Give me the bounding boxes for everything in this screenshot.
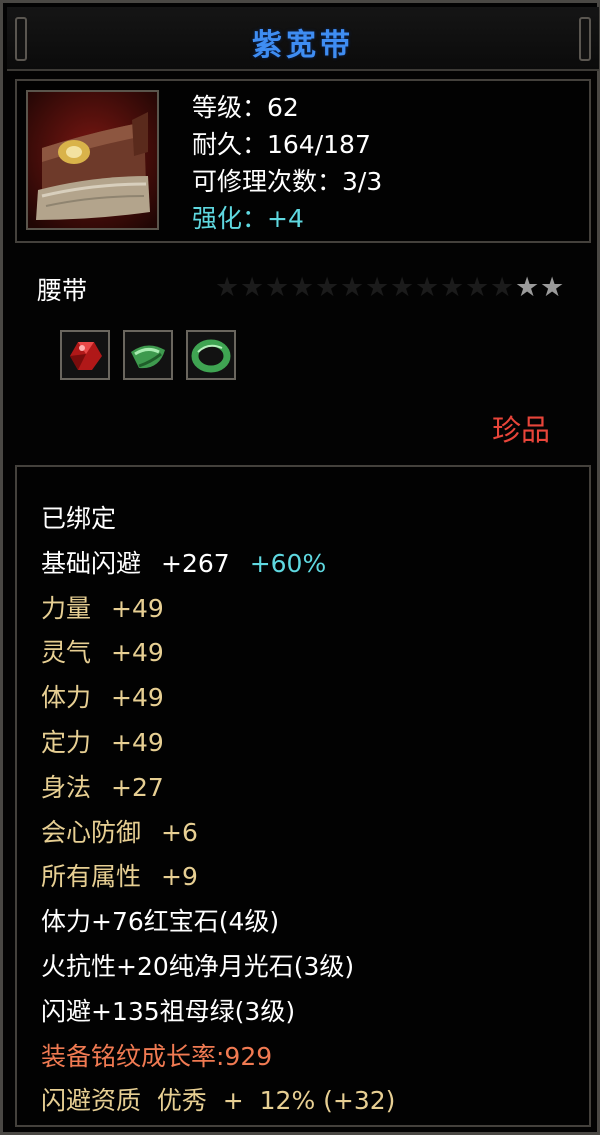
attribute-value: +6 [161, 817, 198, 847]
ruby-gem-icon[interactable] [60, 330, 110, 380]
gem-bonus-line: 火抗性+20纯净月光石(3级) [41, 951, 355, 981]
attribute-line: 身法 +27 [41, 766, 395, 811]
star-empty-icon: ★ [340, 272, 365, 303]
attribute-line: 灵气 +49 [41, 631, 395, 676]
item-type: 腰带 [37, 276, 88, 305]
star-empty-icon: ★ [365, 272, 390, 303]
star-empty-icon: ★ [215, 272, 240, 303]
title-bar-right-cap [579, 17, 591, 61]
attribute-label: 力量 [41, 593, 92, 623]
rarity-label: 珍品 [491, 413, 550, 447]
item-stats: 等级：62 耐久：164/187 可修理次数：3/3 强化：+4 [192, 89, 382, 237]
attribute-line: 体力 +49 [41, 676, 395, 721]
attribute-label: 会心防御 [41, 817, 142, 847]
star-lit-icon: ★ [515, 272, 540, 303]
base-dodge-line: 基础闪避 +267 +60% [41, 542, 395, 587]
attribute-value: +27 [111, 772, 164, 802]
attribute-value: +49 [111, 593, 164, 623]
attribute-line: 定力 +49 [41, 721, 395, 766]
belt-icon [26, 90, 159, 230]
attribute-value: +49 [111, 683, 164, 713]
attribute-label: 身法 [41, 772, 92, 802]
item-tooltip: 紫宽带 等级：62 耐久：164/187 可修理次数：3/3 强化：+4 腰带 … [0, 0, 600, 1135]
attribute-value: +9 [161, 862, 198, 892]
attribute-label: 体力 [41, 683, 92, 713]
attribute-panel: 已绑定 基础闪避 +267 +60% 力量 +49 灵气 +49 体力 +49 定力 +49… [15, 465, 591, 1127]
star-empty-icon: ★ [465, 272, 490, 303]
emerald-ring-gem-icon[interactable] [186, 330, 236, 380]
gem-bonus-line: 闪避+135祖母绿(3级) [41, 996, 296, 1026]
attribute-line: 力量 +49 [41, 587, 395, 632]
star-empty-icon: ★ [415, 272, 440, 303]
star-empty-icon: ★ [440, 272, 465, 303]
star-empty-icon: ★ [265, 272, 290, 303]
enhance-text: 强化：+4 [192, 204, 304, 233]
attribute-value: +49 [111, 638, 164, 668]
item-info-panel: 等级：62 耐久：164/187 可修理次数：3/3 强化：+4 [15, 79, 591, 243]
jade-gem-icon[interactable] [123, 330, 173, 380]
attribute-label: 所有属性 [41, 862, 142, 892]
attribute-line: 会心防御 +6 [41, 811, 395, 856]
title-bar: 紫宽带 [7, 7, 599, 71]
durability-text: 耐久：164/187 [192, 130, 371, 159]
star-empty-icon: ★ [315, 272, 340, 303]
aptitude-line: 闪避资质 优秀 + 12% (+32) [41, 1086, 396, 1116]
star-empty-icon: ★ [490, 272, 515, 303]
gem-slots [60, 330, 236, 380]
attribute-value: +49 [111, 727, 164, 757]
star-empty-icon: ★ [290, 272, 315, 303]
bound-status: 已绑定 [41, 504, 117, 533]
attribute-line: 所有属性 +9 [41, 855, 395, 900]
level-text: 等级：62 [192, 93, 299, 122]
item-name: 紫宽带 [252, 28, 354, 63]
star-rating: ★ ★ ★ ★ ★ ★ ★ ★ ★ ★ ★ ★ ★ ★ [215, 273, 564, 303]
repair-count-text: 可修理次数：3/3 [192, 167, 383, 196]
base-dodge-label: 基础闪避 [41, 548, 142, 578]
gem-bonus-line: 体力+76红宝石(4级) [41, 907, 280, 937]
star-empty-icon: ★ [390, 272, 415, 303]
base-dodge-value: +267 [161, 548, 230, 578]
star-lit-icon: ★ [540, 272, 565, 303]
base-dodge-bonus: +60% [249, 548, 327, 578]
attribute-label: 灵气 [41, 638, 92, 668]
star-empty-icon: ★ [240, 272, 265, 303]
growth-rate-line: 装备铭纹成长率:929 [41, 1041, 273, 1071]
attribute-list: 已绑定 基础闪避 +267 +60% 力量 +49 灵气 +49 体力 +49 定力 +49… [41, 497, 395, 1124]
attribute-label: 定力 [41, 727, 92, 757]
